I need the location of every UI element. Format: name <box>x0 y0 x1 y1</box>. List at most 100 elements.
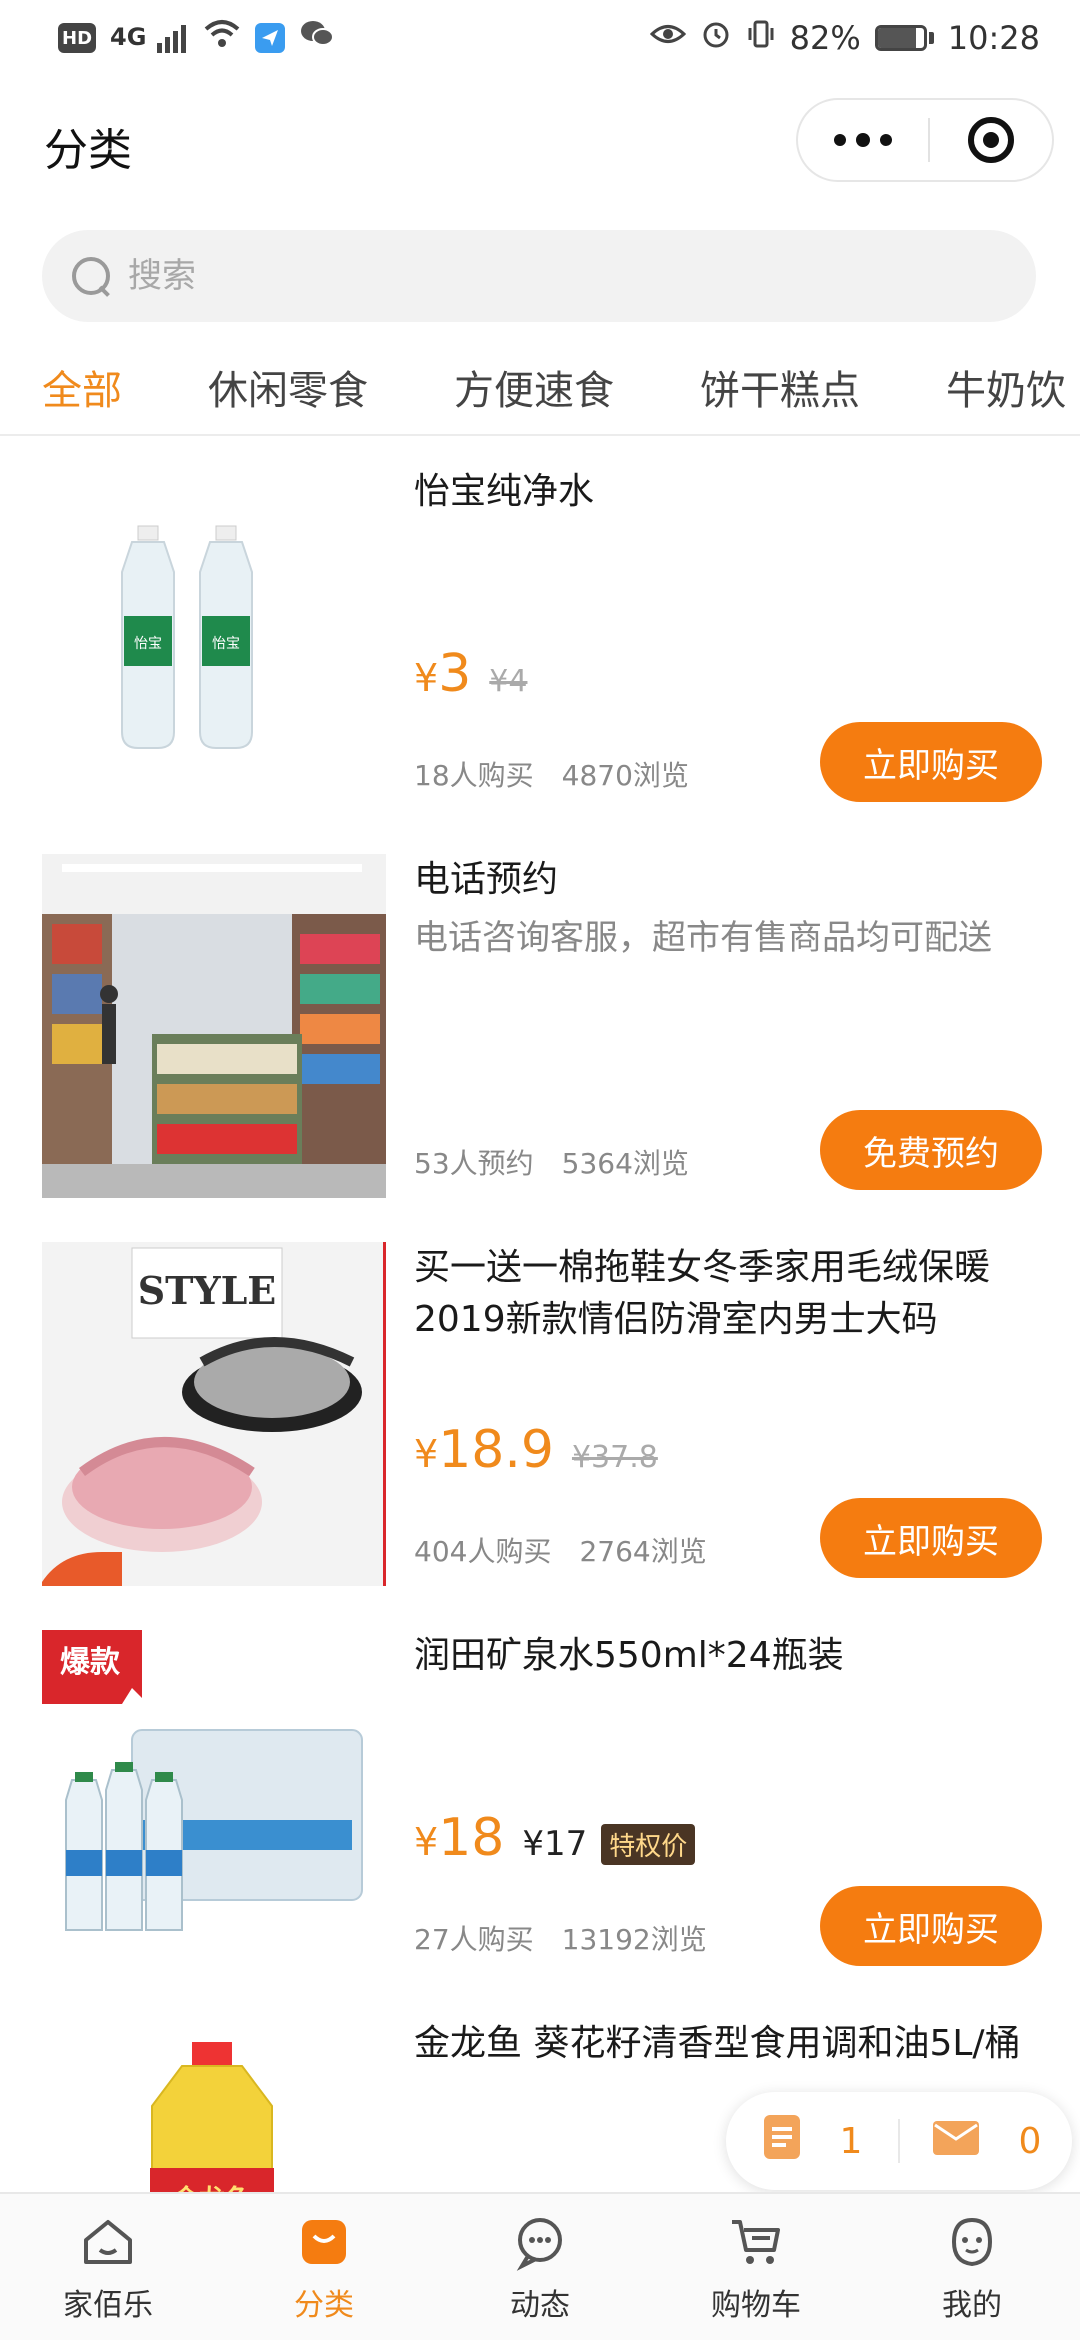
mini-program-capsule <box>796 98 1054 182</box>
original-price: ¥4 <box>489 664 528 699</box>
water-bottles-image[interactable]: 怡宝 怡宝 <box>42 466 386 810</box>
status-right: 82% 10:28 <box>649 18 1040 58</box>
price: 18 <box>438 1808 505 1868</box>
page-title: 分类 <box>44 125 132 176</box>
original-price: ¥37.8 <box>571 1440 658 1475</box>
orders-count: 1 <box>839 2120 863 2162</box>
tab-all[interactable]: 全部 <box>42 358 122 416</box>
list-item[interactable]: STYLE 买一送一棉拖鞋女冬季家用毛绒保暖2019新款情侣防滑室内男士大码 ¥… <box>0 1216 1080 1604</box>
search-bar[interactable] <box>42 230 1036 322</box>
svg-text:怡宝: 怡宝 <box>134 636 162 652</box>
reservation-count: 53人预约 <box>414 1147 534 1180</box>
price-currency: ¥ <box>414 656 439 700</box>
product-title: 买一送一棉拖鞋女冬季家用毛绒保暖2019新款情侣防滑室内男士大码 <box>414 1247 991 1340</box>
price-currency: ¥ <box>414 1820 439 1864</box>
tabbar-label: 动态 <box>510 2288 570 2323</box>
view-count: 5364浏览 <box>561 1147 689 1180</box>
tab-snacks[interactable]: 休闲零食 <box>208 358 368 416</box>
slippers-image[interactable]: STYLE <box>42 1242 386 1586</box>
status-left: HD 4G <box>58 19 335 57</box>
product-title: 润田矿泉水550ml*24瓶装 <box>414 1635 844 1676</box>
view-count: 2764浏览 <box>579 1535 707 1568</box>
view-count: 4870浏览 <box>561 759 689 792</box>
product-info: 买一送一棉拖鞋女冬季家用毛绒保暖2019新款情侣防滑室内男士大码 ¥ 18.9 … <box>414 1242 1044 1586</box>
orders-shortcut[interactable]: 1 <box>726 2113 898 2170</box>
category-tabs: 全部 休闲零食 方便速食 饼干糕点 牛奶饮 <box>0 340 1080 436</box>
messages-shortcut[interactable]: 0 <box>900 2117 1072 2166</box>
status-bar: HD 4G 82% 10:28 <box>0 0 1080 76</box>
product-title: 怡宝纯净水 <box>414 471 595 512</box>
price-row: ¥ 18 ¥17 特权价 <box>414 1808 696 1868</box>
product-title: 电话预约 <box>414 859 559 900</box>
tab-biscuits[interactable]: 饼干糕点 <box>700 358 860 416</box>
list-item[interactable]: 爆款 润田矿泉水550ml*24瓶装 ¥ 18 ¥17 特权价 27人购买 131… <box>0 1604 1080 1992</box>
list-item[interactable]: 电话预约 电话咨询客服，超市有售商品均可配送 53人预约 5364浏览 免费预约 <box>0 828 1080 1216</box>
hd-icon: HD <box>58 23 97 53</box>
profile-icon <box>951 2217 993 2267</box>
target-icon <box>968 117 1014 163</box>
header: 分类 <box>0 76 1080 206</box>
tabbar-item-profile[interactable]: 我的 <box>864 2194 1080 2340</box>
tabbar-label: 家佰乐 <box>63 2288 153 2323</box>
tabbar-item-category[interactable]: 分类 <box>216 2194 432 2340</box>
battery-icon <box>874 25 934 51</box>
home-icon <box>84 2220 132 2264</box>
purchase-count: 27人购买 <box>414 1923 534 1956</box>
free-reserve-button[interactable]: 免费预约 <box>820 1110 1042 1190</box>
search-input[interactable] <box>128 256 928 296</box>
battery-percent: 82% <box>789 19 861 57</box>
list-item[interactable]: 怡宝 怡宝 怡宝纯净水 ¥ 3 ¥4 18人购买 4870浏览 立即购买 <box>0 440 1080 828</box>
product-info: 润田矿泉水550ml*24瓶装 ¥ 18 ¥17 特权价 27人购买 13192浏… <box>414 1630 1044 1974</box>
envelope-icon <box>931 2117 981 2166</box>
supermarket-image[interactable] <box>42 854 386 1198</box>
clock: 10:28 <box>947 19 1040 57</box>
tabbar-label: 分类 <box>294 2288 354 2323</box>
svg-text:怡宝: 怡宝 <box>212 636 240 652</box>
app-notification-icon <box>254 23 285 53</box>
vibrate-icon <box>746 18 776 58</box>
product-stats: 404人购买 2764浏览 <box>414 1530 707 1570</box>
price-row: ¥ 18.9 ¥37.8 <box>414 1420 658 1480</box>
tabbar-item-cart[interactable]: 购物车 <box>648 2194 864 2340</box>
product-stats: 53人预约 5364浏览 <box>414 1142 689 1182</box>
member-price: ¥17 <box>522 1824 588 1864</box>
price: 3 <box>438 644 472 704</box>
tabbar-label: 我的 <box>942 2288 1002 2323</box>
tabbar-item-home[interactable]: 家佰乐 <box>0 2194 216 2340</box>
buy-now-button[interactable]: 立即购买 <box>820 1498 1042 1578</box>
purchase-count: 404人购买 <box>414 1535 552 1568</box>
product-subtitle: 电话咨询客服，超市有售商品均可配送 <box>414 918 992 958</box>
tabbar-item-feed[interactable]: 动态 <box>432 2194 648 2340</box>
buy-now-button[interactable]: 立即购买 <box>820 1886 1042 1966</box>
product-title: 金龙鱼 葵花籽清香型食用调和油5L/桶 <box>414 2023 1021 2064</box>
4g-signal-icon: 4G <box>110 23 189 53</box>
more-button[interactable] <box>798 100 928 180</box>
buy-now-button[interactable]: 立即购买 <box>820 722 1042 802</box>
price: 18.9 <box>438 1420 554 1480</box>
wechat-icon <box>299 19 335 57</box>
floating-counter-bar: 1 0 <box>726 2092 1072 2190</box>
tab-instant-food[interactable]: 方便速食 <box>454 358 614 416</box>
privilege-price-badge: 特权价 <box>601 1824 696 1865</box>
chat-bubble-icon <box>516 2218 562 2271</box>
product-stats: 18人购买 4870浏览 <box>414 754 689 794</box>
view-count: 13192浏览 <box>561 1923 707 1956</box>
cart-icon <box>732 2220 780 2264</box>
alarm-icon <box>700 18 732 58</box>
order-list-icon <box>762 2113 802 2170</box>
price-row: ¥ 3 ¥4 <box>414 644 527 704</box>
wifi-icon <box>203 19 241 57</box>
network-label: 4G <box>110 23 147 51</box>
eye-icon <box>649 19 686 57</box>
hot-tag: 爆款 <box>60 1645 121 1680</box>
tabbar-label: 购物车 <box>711 2288 801 2323</box>
close-button[interactable] <box>930 100 1052 180</box>
product-stats: 27人购买 13192浏览 <box>414 1918 707 1958</box>
messages-count: 0 <box>1018 2120 1042 2162</box>
tab-milk-drinks[interactable]: 牛奶饮 <box>946 358 1066 416</box>
water-pack-image[interactable]: 爆款 <box>42 1630 386 1974</box>
product-info: 怡宝纯净水 ¥ 3 ¥4 18人购买 4870浏览 立即购买 <box>414 466 1044 810</box>
bottom-tab-bar: 家佰乐 分类 动态 购物车 我的 <box>0 2192 1080 2340</box>
search-icon <box>68 253 114 299</box>
price-currency: ¥ <box>414 1432 439 1476</box>
